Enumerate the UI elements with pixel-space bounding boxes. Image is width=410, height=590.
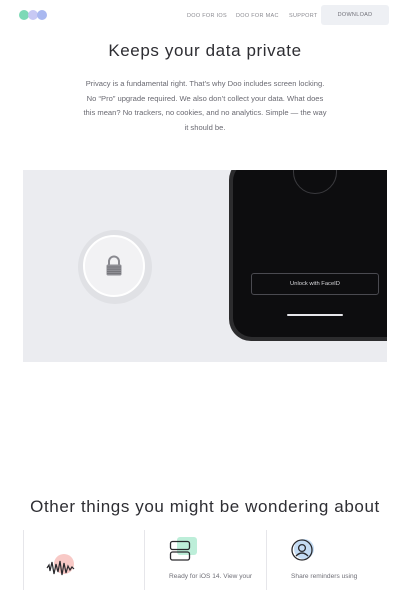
faceid-circle bbox=[293, 170, 337, 194]
column-divider bbox=[266, 530, 267, 590]
privacy-title: Keeps your data private bbox=[108, 41, 302, 60]
other-things-title: Other things you might be wondering abou… bbox=[30, 497, 380, 516]
privacy-body: Privacy is a fundamental right. That’s w… bbox=[83, 79, 327, 132]
user-circle-icon bbox=[291, 539, 313, 561]
logo-dot bbox=[37, 10, 47, 20]
column-divider bbox=[144, 530, 145, 590]
home-indicator bbox=[287, 314, 343, 316]
phone-screen: Unlock with FaceID bbox=[233, 170, 387, 337]
download-label: DOWNLOAD bbox=[337, 12, 373, 18]
lock-badge bbox=[83, 235, 145, 297]
audio-card-icon-wrap bbox=[46, 554, 76, 580]
widget-stack-icon bbox=[169, 540, 191, 561]
download-button[interactable]: DOWNLOAD bbox=[321, 5, 389, 25]
card-text: Share reminders using bbox=[291, 573, 358, 580]
widgets-card-icon-wrap bbox=[169, 537, 197, 563]
privacy-feature-panel: Unlock with FaceID bbox=[23, 170, 387, 362]
nav-support[interactable]: SUPPORT bbox=[289, 13, 318, 19]
unlock-faceid-button[interactable]: Unlock with FaceID bbox=[251, 273, 379, 295]
nav-doo-for-ios[interactable]: DOO FOR IOS bbox=[187, 13, 227, 19]
nav-doo-for-mac[interactable]: DOO FOR MAC bbox=[236, 13, 279, 19]
iphone-mockup: Unlock with FaceID bbox=[229, 170, 387, 341]
doo-logo[interactable] bbox=[19, 10, 47, 20]
unlock-label: Unlock with FaceID bbox=[290, 281, 340, 287]
padlock-icon bbox=[106, 255, 122, 276]
share-card-icon-wrap bbox=[290, 538, 316, 562]
card-text: Ready for iOS 14. View your bbox=[169, 573, 253, 580]
waveform-icon bbox=[46, 560, 75, 576]
column-divider bbox=[23, 530, 24, 590]
